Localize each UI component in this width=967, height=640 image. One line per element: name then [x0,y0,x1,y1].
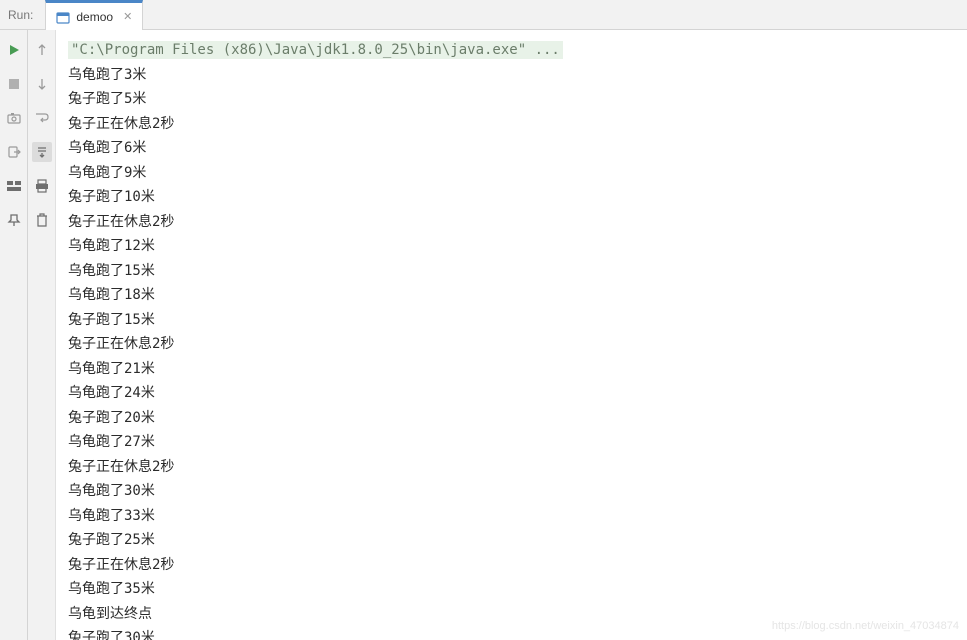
output-line: 乌龟跑了9米 [68,161,955,186]
print-icon[interactable] [32,176,52,196]
output-line: 兔子正在休息2秒 [68,332,955,357]
run-label: Run: [8,8,33,22]
output-line: 乌龟跑了27米 [68,430,955,455]
pin-icon[interactable] [4,210,24,230]
watermark: https://blog.csdn.net/weixin_47034874 [772,617,959,636]
run-header: Run: demoo ✕ [0,0,967,30]
output-line: 兔子正在休息2秒 [68,455,955,480]
output-line: 乌龟跑了6米 [68,136,955,161]
output-line: 兔子跑了20米 [68,406,955,431]
close-icon[interactable]: ✕ [123,10,132,23]
gutter-middle [28,30,56,640]
layout-icon[interactable] [4,176,24,196]
up-icon[interactable] [32,40,52,60]
command-line: "C:\Program Files (x86)\Java\jdk1.8.0_25… [68,41,563,59]
output-line: 乌龟跑了3米 [68,63,955,88]
output-line: 兔子正在休息2秒 [68,112,955,137]
output-line: 兔子正在休息2秒 [68,553,955,578]
down-icon[interactable] [32,74,52,94]
output-line: 乌龟跑了18米 [68,283,955,308]
exit-icon[interactable] [4,142,24,162]
output-line: 乌龟跑了24米 [68,381,955,406]
trash-icon[interactable] [32,210,52,230]
console-output[interactable]: "C:\Program Files (x86)\Java\jdk1.8.0_25… [56,30,967,640]
camera-icon[interactable] [4,108,24,128]
app-icon [56,10,70,24]
scroll-to-end-icon[interactable] [32,142,52,162]
output-line: 兔子跑了15米 [68,308,955,333]
output-line: 乌龟跑了35米 [68,577,955,602]
output-line: 兔子跑了5米 [68,87,955,112]
output-line: 乌龟跑了15米 [68,259,955,284]
soft-wrap-icon[interactable] [32,108,52,128]
output-line: 兔子正在休息2秒 [68,210,955,235]
rerun-icon[interactable] [4,40,24,60]
main-panel: "C:\Program Files (x86)\Java\jdk1.8.0_25… [0,30,967,640]
tab-label: demoo [76,10,113,24]
output-line: 乌龟跑了33米 [68,504,955,529]
stop-icon[interactable] [4,74,24,94]
gutter-left [0,30,28,640]
output-line: 乌龟跑了12米 [68,234,955,259]
output-line: 兔子跑了25米 [68,528,955,553]
output-line: 乌龟跑了21米 [68,357,955,382]
tab-demoo[interactable]: demoo ✕ [45,0,143,30]
output-line: 兔子跑了10米 [68,185,955,210]
output-line: 乌龟跑了30米 [68,479,955,504]
